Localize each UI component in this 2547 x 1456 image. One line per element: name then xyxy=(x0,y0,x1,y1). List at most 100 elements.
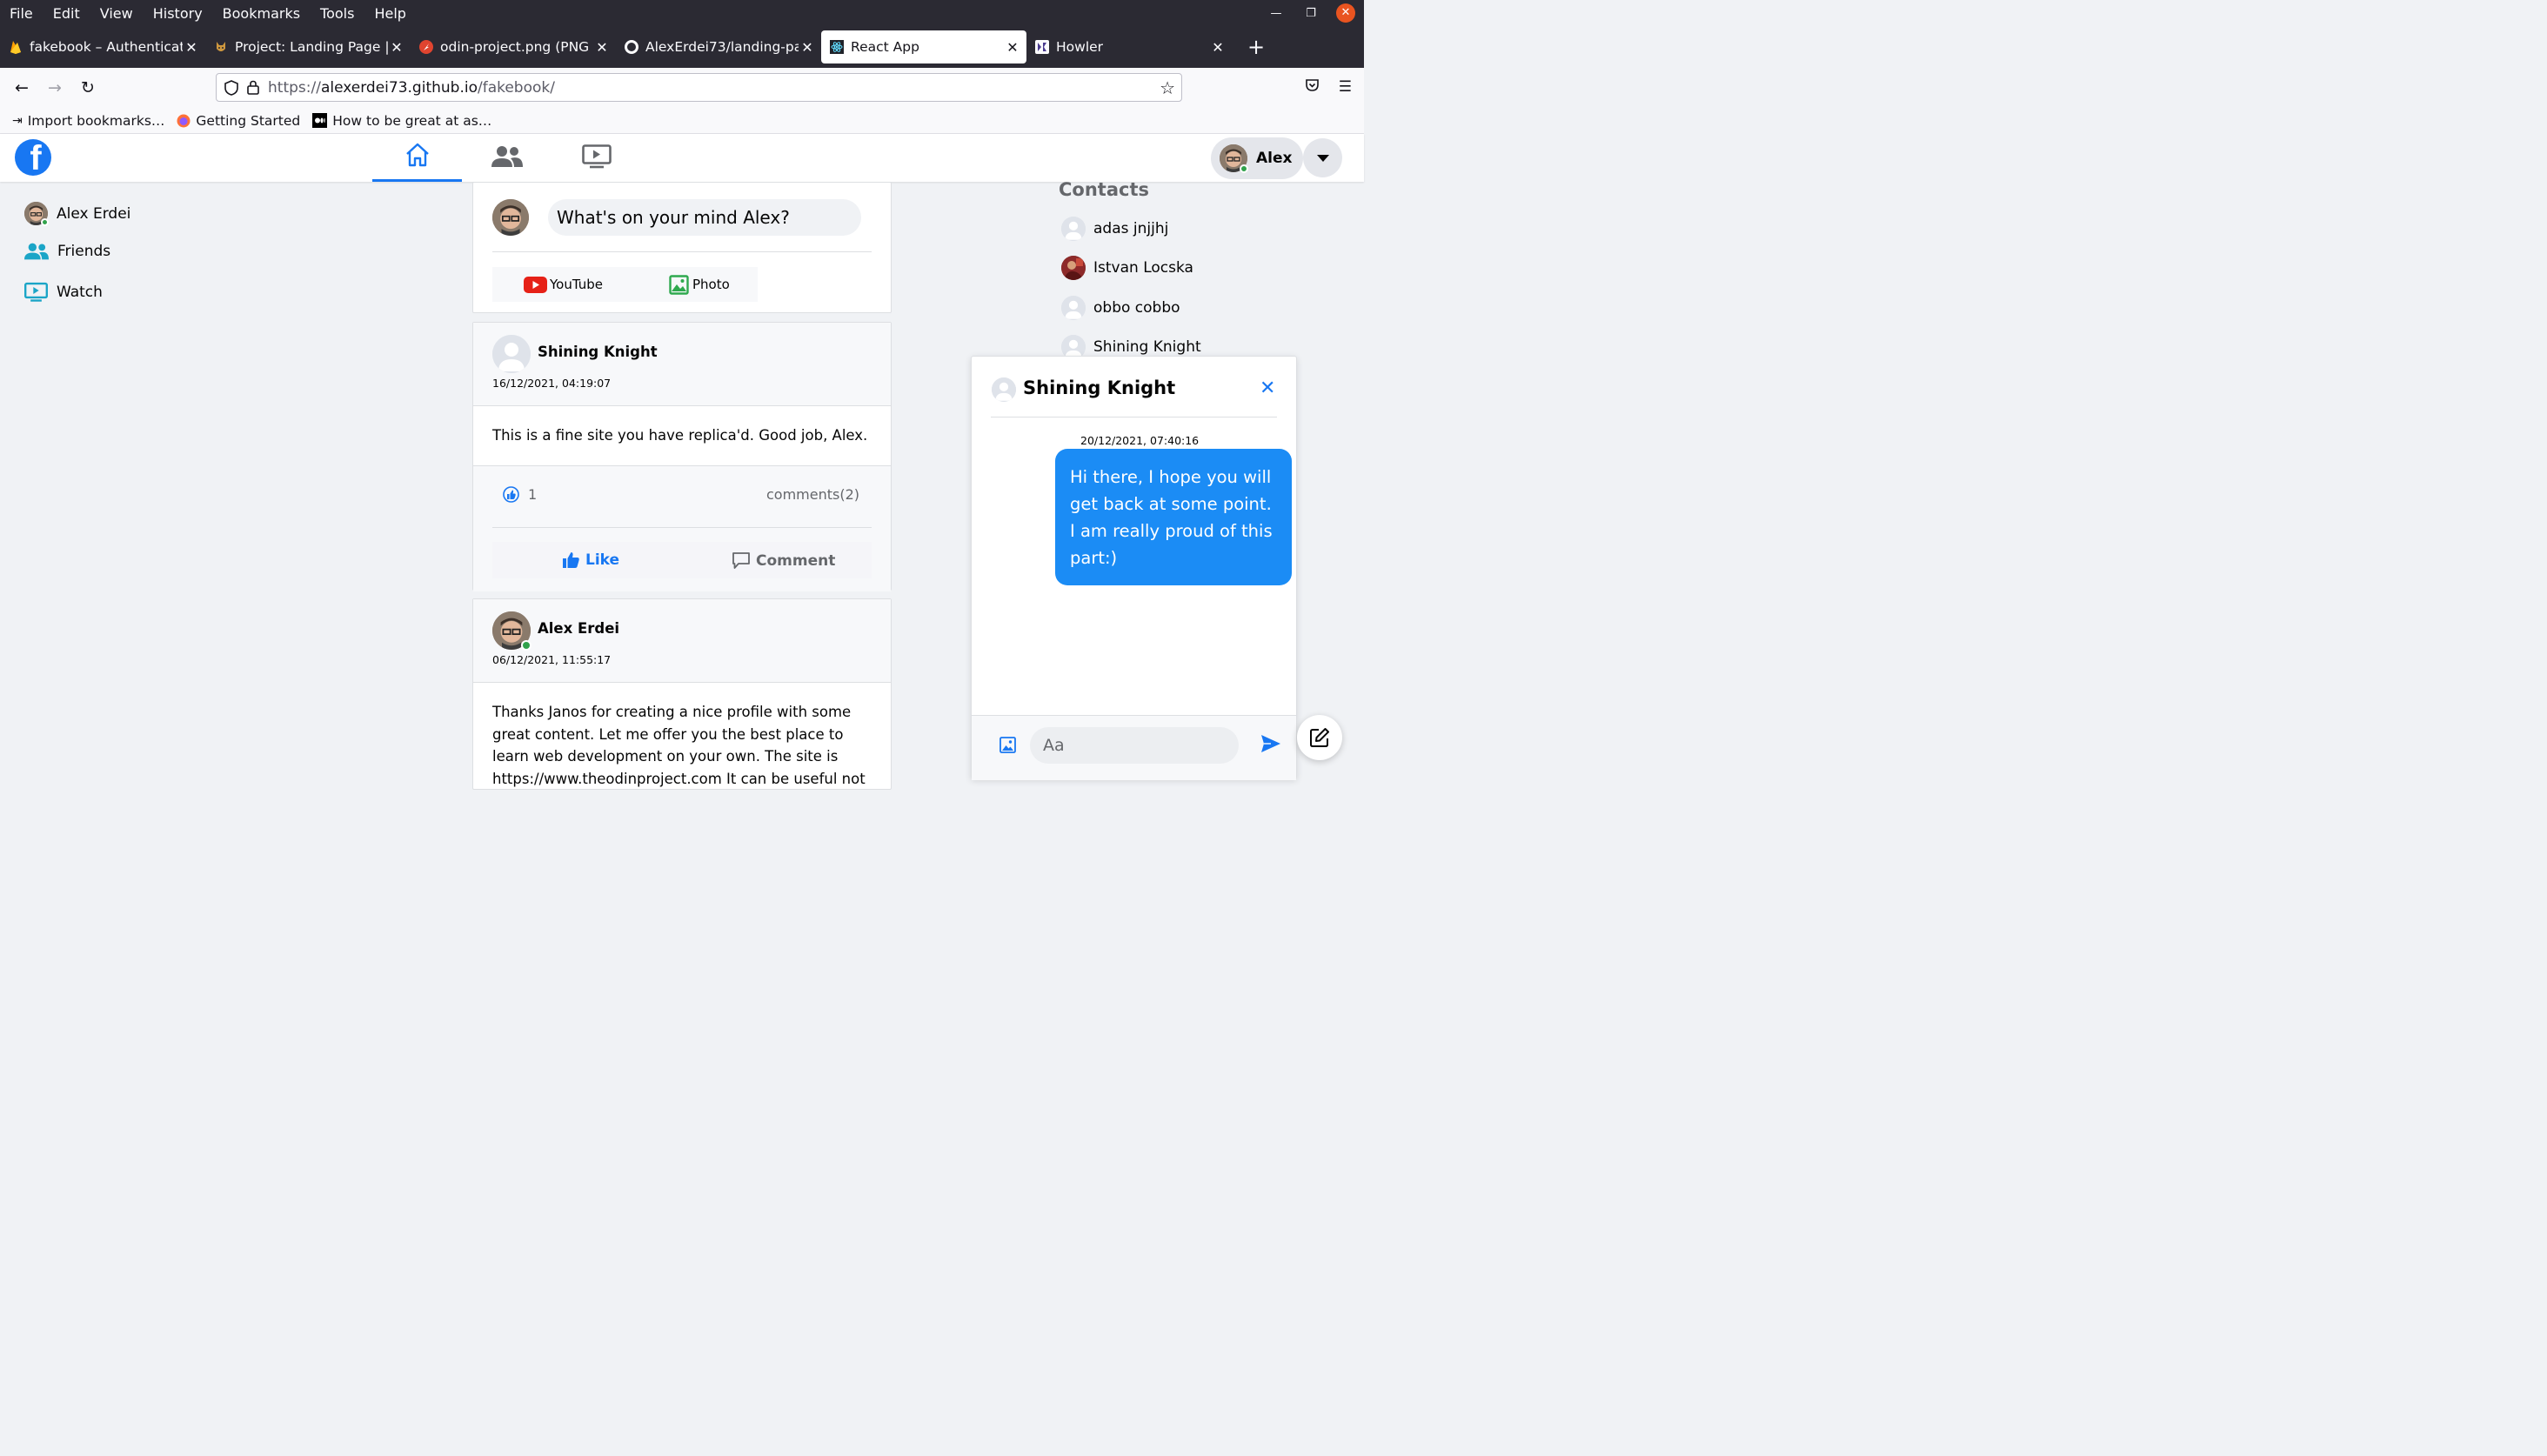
tab-landing-page-project[interactable]: Project: Landing Page | Th ✕ xyxy=(205,30,411,63)
post-header xyxy=(473,599,891,683)
tab-close-icon[interactable]: ✕ xyxy=(1004,39,1021,56)
avatar[interactable] xyxy=(492,335,531,373)
new-tab-icon[interactable]: + xyxy=(1247,35,1265,59)
tab-close-icon[interactable]: ✕ xyxy=(593,39,611,56)
forward-icon[interactable]: → xyxy=(43,78,66,97)
url-path: /fakebook/ xyxy=(477,78,555,97)
message-bubble: Hi there, I hope you will get back at so… xyxy=(1055,449,1292,585)
firebase-icon xyxy=(9,40,23,54)
menu-file[interactable]: File xyxy=(10,5,33,22)
tab-close-icon[interactable]: ✕ xyxy=(1209,39,1227,56)
tab-howler[interactable]: Howler ✕ xyxy=(1026,30,1232,63)
comment-button[interactable]: Comment xyxy=(732,551,835,570)
nav-watch[interactable] xyxy=(552,134,641,182)
avatar xyxy=(492,199,529,236)
comment-icon xyxy=(732,551,751,570)
bookmark-how-to-be-great[interactable]: How to be great at as… xyxy=(312,113,491,129)
avatar xyxy=(24,202,49,226)
bookmark-star-icon[interactable]: ☆ xyxy=(1160,77,1175,98)
sidebar-item-profile[interactable]: Alex Erdei xyxy=(24,202,130,226)
post-author[interactable]: Shining Knight xyxy=(538,344,658,360)
profile-pill[interactable]: Alex xyxy=(1211,137,1303,179)
composer-attachments: YouTube Photo xyxy=(492,267,758,302)
online-indicator xyxy=(41,218,49,226)
menu-bookmarks[interactable]: Bookmarks xyxy=(223,5,300,22)
contact-item[interactable]: obbo cobbo xyxy=(1061,296,1180,320)
image-upload-icon[interactable] xyxy=(999,737,1016,753)
url-bar[interactable]: https://alexerdei73.github.io/fakebook/ … xyxy=(216,73,1182,102)
howler-icon xyxy=(1035,40,1049,54)
menu-edit[interactable]: Edit xyxy=(53,5,80,22)
comments-count-link[interactable]: comments(2) xyxy=(766,486,859,503)
pocket-icon[interactable] xyxy=(1305,78,1320,97)
tab-fakebook-auth[interactable]: fakebook – Authenticatio ✕ xyxy=(0,30,205,63)
menu-history[interactable]: History xyxy=(153,5,203,22)
caret-down-icon xyxy=(1316,150,1330,166)
lock-icon[interactable] xyxy=(247,80,259,95)
hamburger-menu-icon[interactable]: ☰ xyxy=(1339,78,1352,97)
nav-home[interactable] xyxy=(372,134,462,182)
window-close-icon[interactable]: ✕ xyxy=(1336,3,1355,23)
send-icon[interactable] xyxy=(1260,734,1281,753)
photo-button[interactable]: Photo xyxy=(669,274,730,295)
nav-friends[interactable] xyxy=(462,134,552,182)
tab-close-icon[interactable]: ✕ xyxy=(183,39,200,56)
tab-github-landing-page[interactable]: AlexErdei73/landing-page ✕ xyxy=(616,30,821,63)
friends-icon xyxy=(24,242,49,261)
contact-item[interactable]: Istvan Locska xyxy=(1061,256,1193,280)
shield-icon[interactable] xyxy=(224,79,238,96)
tab-close-icon[interactable]: ✕ xyxy=(388,39,405,56)
import-icon: ⇥ xyxy=(12,113,23,128)
online-indicator xyxy=(521,640,531,651)
url-host: alexerdei73.github.io xyxy=(320,78,478,97)
medium-icon xyxy=(312,113,328,128)
avatar xyxy=(1220,144,1248,173)
contacts-title: Contacts xyxy=(1059,179,1149,200)
minimize-icon[interactable]: — xyxy=(1267,7,1286,20)
like-button[interactable]: Like xyxy=(562,551,619,569)
post-header xyxy=(473,323,891,406)
reload-icon[interactable]: ↻ xyxy=(77,78,99,97)
like-count[interactable]: 1 xyxy=(503,486,537,503)
tab-react-app[interactable]: React App ✕ xyxy=(821,30,1026,63)
new-message-button[interactable] xyxy=(1297,715,1342,760)
back-icon[interactable]: ← xyxy=(10,78,33,97)
tab-close-icon[interactable]: ✕ xyxy=(799,39,816,56)
online-indicator xyxy=(1240,164,1248,173)
toolbar-right: ☰ xyxy=(1305,78,1352,97)
youtube-button[interactable]: YouTube xyxy=(524,276,603,293)
bookmarks-toolbar: ⇥ Import bookmarks… Getting Started How … xyxy=(0,108,1364,134)
sidebar-item-friends[interactable]: Friends xyxy=(24,242,110,261)
compose-icon xyxy=(1309,727,1330,748)
profile-name: Alex xyxy=(1256,150,1293,167)
menu-tools[interactable]: Tools xyxy=(320,5,354,22)
chat-title: Shining Knight xyxy=(1023,377,1176,398)
contact-item[interactable]: adas jnjjhj xyxy=(1061,217,1168,241)
odin-logo-icon xyxy=(419,40,433,54)
url-scheme: https:// xyxy=(268,78,321,97)
chat-input-bar xyxy=(972,715,1296,780)
bookmark-import[interactable]: ⇥ Import bookmarks… xyxy=(12,113,164,129)
menu-view[interactable]: View xyxy=(100,5,133,22)
photo-icon xyxy=(669,274,689,295)
menu-help[interactable]: Help xyxy=(374,5,405,22)
facebook-logo-icon[interactable]: f xyxy=(15,139,51,176)
post-author[interactable]: Alex Erdei xyxy=(538,620,619,637)
avatar[interactable] xyxy=(492,611,531,651)
divider xyxy=(492,527,872,528)
friends-icon xyxy=(491,145,523,171)
post-text: This is a fine site you have replica'd. … xyxy=(492,427,868,444)
post-card: Alex Erdei 06/12/2021, 11:55:17 Thanks J… xyxy=(472,598,892,790)
post-timestamp: 16/12/2021, 04:19:07 xyxy=(492,377,612,390)
bookmark-getting-started[interactable]: Getting Started xyxy=(177,113,300,129)
account-menu-button[interactable] xyxy=(1303,138,1342,177)
tab-bar: fakebook – Authenticatio ✕ Project: Land… xyxy=(0,26,1364,68)
whats-on-your-mind-input[interactable]: What's on your mind Alex? xyxy=(548,199,861,236)
close-icon[interactable]: ✕ xyxy=(1260,377,1275,399)
avatar xyxy=(1061,296,1086,320)
app-header: f Alex xyxy=(0,134,1364,182)
message-input[interactable] xyxy=(1030,727,1239,764)
sidebar-item-watch[interactable]: Watch xyxy=(24,282,103,303)
maximize-icon[interactable]: ❐ xyxy=(1301,7,1320,20)
tab-odin-project-png[interactable]: odin-project.png (PNG Im ✕ xyxy=(411,30,616,63)
